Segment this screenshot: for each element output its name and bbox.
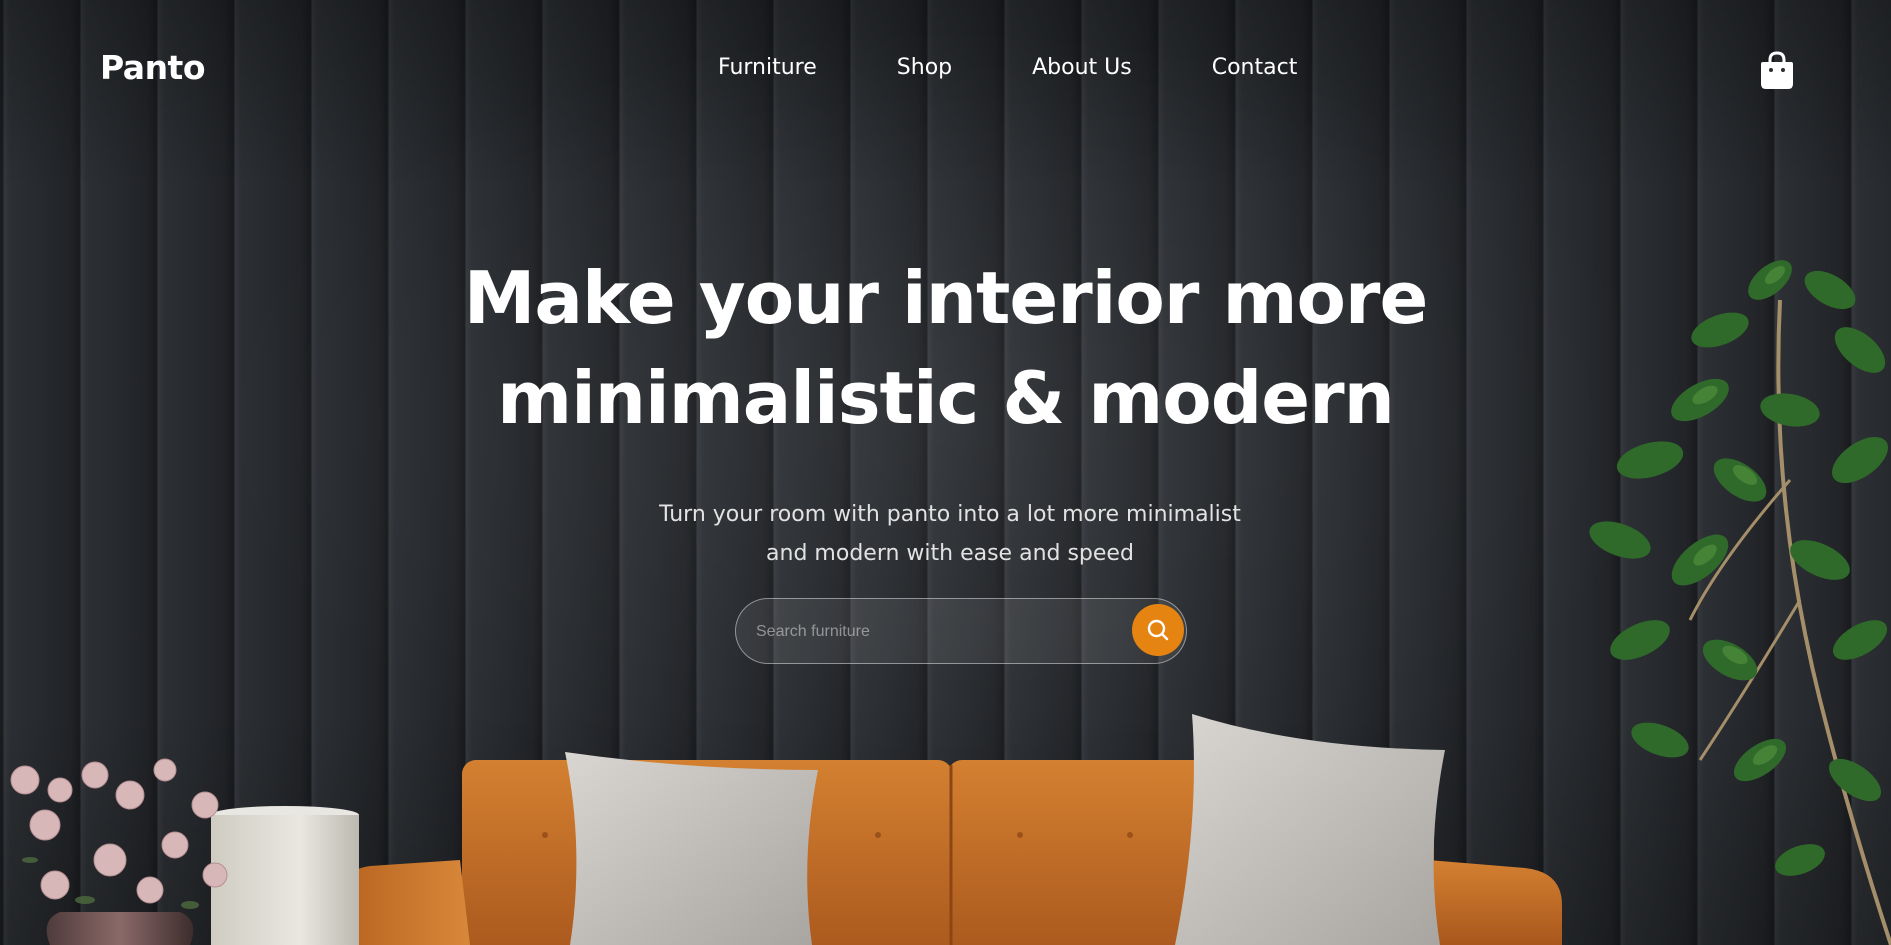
hero-section: Panto Furniture Shop About Us Contact Ma… bbox=[0, 0, 1891, 945]
hero-subtitle-line-2: and modern with ease and speed bbox=[766, 541, 1134, 566]
hero-subtitle-line-1: Turn your room with panto into a lot mor… bbox=[659, 502, 1241, 527]
nav-link-contact[interactable]: Contact bbox=[1212, 55, 1298, 80]
search-icon bbox=[1147, 619, 1169, 641]
hero-title-line-2: minimalistic & modern bbox=[497, 356, 1395, 440]
hero-title-line-1: Make your interior more bbox=[463, 256, 1429, 340]
shopping-bag-icon[interactable] bbox=[1760, 50, 1794, 90]
nav-link-about-us[interactable]: About Us bbox=[1032, 55, 1132, 80]
search-bar bbox=[735, 598, 1187, 664]
hero-title: Make your interior more minimalistic & m… bbox=[0, 248, 1891, 448]
top-navigation: Panto Furniture Shop About Us Contact bbox=[0, 0, 1891, 140]
hero-subtitle: Turn your room with panto into a lot mor… bbox=[645, 495, 1255, 573]
main-menu: Furniture Shop About Us Contact bbox=[718, 55, 1297, 80]
nav-link-shop[interactable]: Shop bbox=[897, 55, 952, 80]
search-input[interactable] bbox=[754, 613, 1088, 651]
wall-lighting bbox=[0, 0, 1891, 945]
brand-logo[interactable]: Panto bbox=[100, 48, 206, 87]
search-button[interactable] bbox=[1132, 604, 1184, 656]
nav-link-furniture[interactable]: Furniture bbox=[718, 55, 817, 80]
